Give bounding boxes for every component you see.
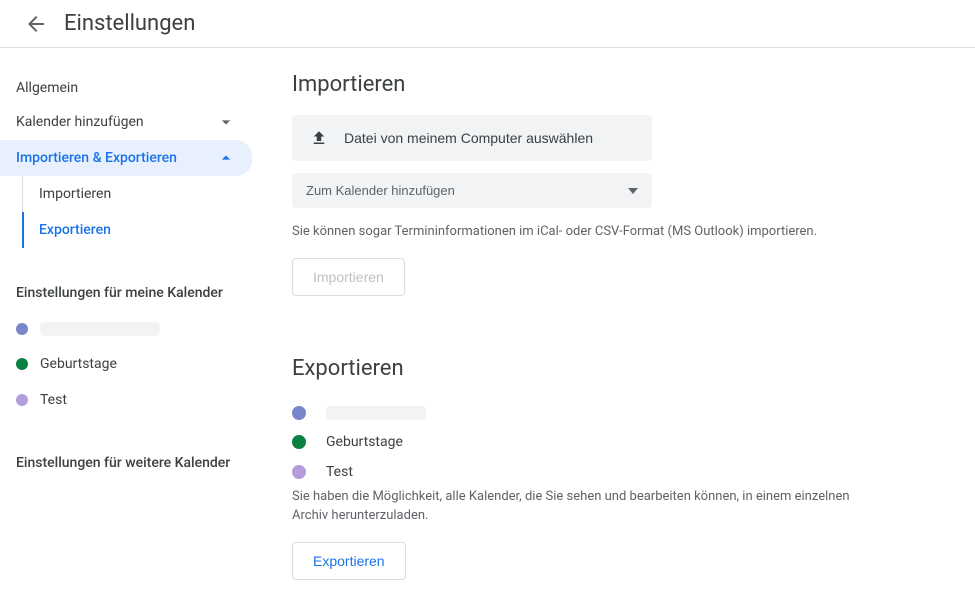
sidebar-calendar-item[interactable]: Test	[0, 382, 260, 418]
export-button[interactable]: Exportieren	[292, 542, 406, 580]
sidebar-item-import-export[interactable]: Importieren & Exportieren	[0, 140, 252, 176]
sidebar-item-label: Importieren	[39, 186, 111, 202]
calendar-color-dot	[292, 435, 306, 449]
calendar-label-redacted	[326, 406, 426, 420]
main-content: Importieren Datei von meinem Computer au…	[260, 48, 900, 604]
calendar-color-dot	[16, 358, 28, 370]
sidebar-calendar-item[interactable]: Geburtstage	[0, 346, 260, 382]
sidebar-item-label: Kalender hinzufügen	[16, 114, 144, 130]
sidebar-calendar-item[interactable]	[0, 312, 260, 346]
page-title: Einstellungen	[64, 11, 195, 36]
chevron-down-icon	[216, 112, 236, 132]
back-button[interactable]	[16, 4, 56, 44]
export-calendar-row	[292, 399, 868, 427]
calendar-color-dot	[16, 394, 28, 406]
export-calendar-row: Geburtstage	[292, 427, 868, 457]
file-select-label: Datei von meinem Computer auswählen	[344, 130, 593, 146]
sidebar-subitem-import[interactable]: Importieren	[23, 176, 260, 212]
export-calendar-row: Test	[292, 457, 868, 487]
button-label: Importieren	[313, 269, 384, 285]
calendar-label: Geburtstage	[326, 434, 403, 450]
sidebar: Allgemein Kalender hinzufügen Importiere…	[0, 48, 260, 604]
sidebar-section-my-calendars: Einstellungen für meine Kalender	[0, 276, 260, 312]
sidebar-item-label: Exportieren	[39, 222, 111, 238]
calendar-label: Test	[326, 464, 353, 480]
select-label: Zum Kalender hinzufügen	[306, 183, 455, 198]
sidebar-item-general[interactable]: Allgemein	[0, 72, 252, 104]
sidebar-item-label: Importieren & Exportieren	[16, 150, 177, 166]
header: Einstellungen	[0, 0, 975, 48]
arrow-left-icon	[24, 12, 48, 36]
sidebar-section-other-calendars: Einstellungen für weitere Kalender	[0, 446, 260, 482]
file-select-button[interactable]: Datei von meinem Computer auswählen	[292, 115, 652, 161]
calendar-color-dot	[292, 465, 306, 479]
dropdown-triangle-icon	[628, 186, 638, 196]
sidebar-subitems: Importieren Exportieren	[22, 176, 260, 248]
button-label: Exportieren	[313, 553, 385, 569]
calendar-color-dot	[292, 406, 306, 420]
import-hint-text: Sie können sogar Termininformationen im …	[292, 222, 868, 242]
upload-icon	[310, 129, 328, 147]
calendar-select-dropdown[interactable]: Zum Kalender hinzufügen	[292, 173, 652, 208]
chevron-up-icon	[216, 148, 236, 168]
sidebar-item-label: Allgemein	[16, 80, 78, 96]
import-section-title: Importieren	[292, 72, 868, 97]
export-hint-text: Sie haben die Möglichkeit, alle Kalender…	[292, 487, 868, 526]
calendar-color-dot	[16, 323, 28, 335]
sidebar-subitem-export[interactable]: Exportieren	[23, 212, 260, 248]
calendar-label: Geburtstage	[40, 356, 117, 372]
export-section-title: Exportieren	[292, 356, 868, 381]
calendar-label-redacted	[40, 322, 160, 336]
sidebar-item-add-calendar[interactable]: Kalender hinzufügen	[0, 104, 252, 140]
import-button[interactable]: Importieren	[292, 258, 405, 296]
calendar-label: Test	[40, 392, 67, 408]
